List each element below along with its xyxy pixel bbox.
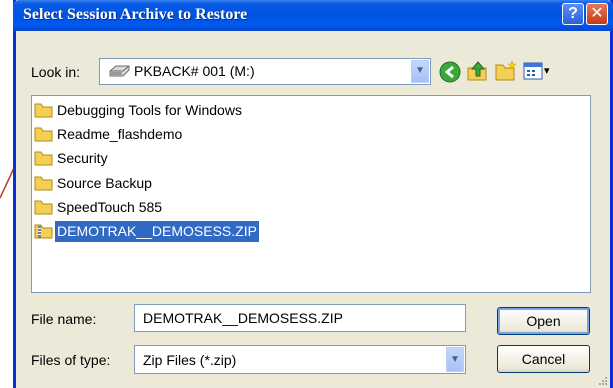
drive-icon — [108, 65, 130, 82]
chevron-down-icon[interactable]: ▼ — [446, 347, 464, 372]
view-menu-icon[interactable] — [523, 61, 543, 84]
file-name-input[interactable]: DEMOTRAK__DEMOSESS.ZIP — [134, 304, 466, 332]
file-name: Readme_flashdemo — [57, 126, 183, 142]
file-type-label: Files of type: — [31, 352, 111, 368]
back-icon[interactable] — [439, 61, 461, 86]
up-folder-icon[interactable] — [466, 60, 490, 85]
folder-icon — [34, 151, 53, 166]
dialog-window: Select Session Archive to Restore ? ✕ Lo… — [13, 0, 613, 388]
close-button[interactable]: ✕ — [586, 3, 608, 25]
chevron-down-icon[interactable]: ▼ — [411, 60, 429, 83]
dialog-title: Select Session Archive to Restore — [23, 6, 248, 23]
folder-icon — [34, 127, 53, 142]
look-in-select[interactable]: PKBACK# 001 (M:) ▼ — [99, 58, 431, 85]
folder-icon — [34, 103, 53, 118]
new-folder-icon[interactable] — [494, 60, 518, 85]
file-name: Security — [57, 150, 108, 166]
file-type-value: Zip Files (*.zip) — [143, 352, 237, 368]
folder-icon — [34, 200, 53, 215]
cancel-button[interactable]: Cancel — [497, 345, 590, 373]
file-list[interactable]: Debugging Tools for Windows Readme_flash… — [31, 95, 591, 293]
file-name-label: File name: — [31, 311, 97, 327]
file-name: Source Backup — [57, 175, 152, 191]
look-in-value: PKBACK# 001 (M:) — [134, 63, 255, 79]
file-name: Debugging Tools for Windows — [57, 102, 242, 118]
resize-grip-icon[interactable] — [596, 374, 608, 386]
folder-icon — [34, 176, 53, 191]
look-in-label: Look in: — [31, 64, 81, 80]
title-bar[interactable]: Select Session Archive to Restore ? ✕ — [13, 0, 613, 31]
help-button[interactable]: ? — [562, 3, 584, 25]
file-type-select[interactable]: Zip Files (*.zip) ▼ — [134, 345, 466, 374]
file-name-value: DEMOTRAK__DEMOSESS.ZIP — [143, 310, 343, 326]
view-menu-arrow[interactable]: ▾ — [544, 64, 550, 77]
file-name: DEMOTRAK__DEMOSESS.ZIP — [55, 221, 259, 242]
zip-file-icon — [34, 224, 53, 239]
file-name: SpeedTouch 585 — [57, 199, 163, 215]
open-button[interactable]: Open — [497, 307, 590, 335]
